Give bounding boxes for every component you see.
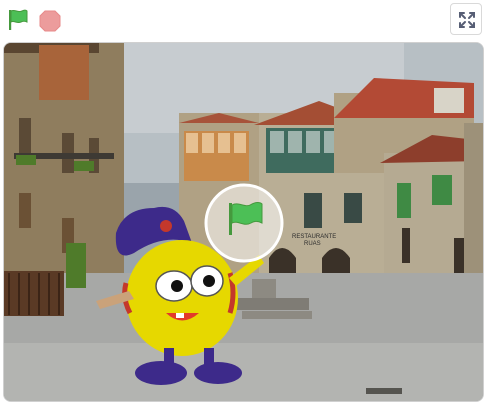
fullscreen-button[interactable] bbox=[450, 3, 482, 35]
town-square-backdrop: RESTAURANTE RUAS bbox=[4, 43, 483, 401]
stop-button[interactable] bbox=[38, 9, 62, 33]
green-flag-icon bbox=[9, 9, 28, 30]
stage-controls-bar bbox=[0, 0, 488, 40]
green-flag-button[interactable] bbox=[5, 7, 31, 33]
stop-icon bbox=[39, 10, 61, 32]
green-flag-overlay-icon[interactable] bbox=[204, 183, 284, 263]
restaurant-sign: RESTAURANTE bbox=[292, 234, 336, 240]
stage[interactable]: RESTAURANTE RUAS bbox=[3, 42, 484, 402]
fullscreen-icon bbox=[459, 12, 475, 28]
restaurant-sign-line2: RUAS bbox=[304, 241, 321, 247]
